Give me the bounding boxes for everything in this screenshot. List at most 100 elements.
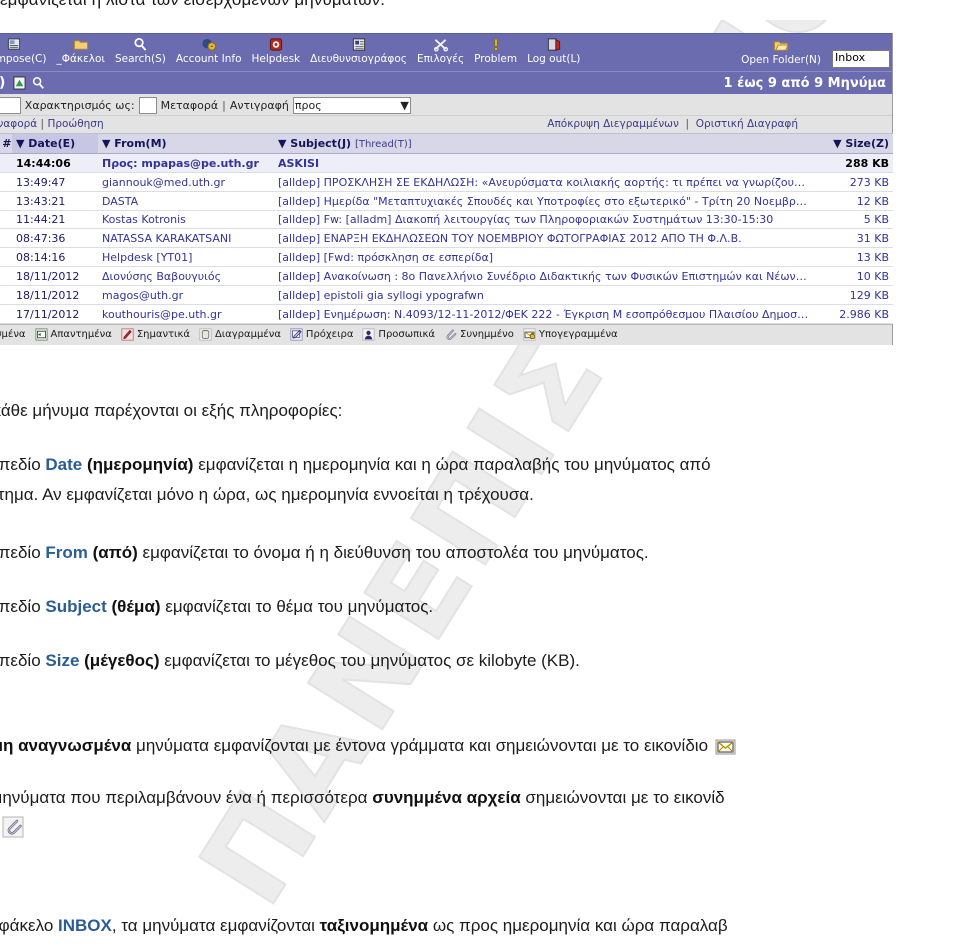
divider: | [37,117,48,130]
row-from[interactable]: NATASSA KARAKATSANI [98,228,274,248]
table-row[interactable]: 318/11/2012magos@uth.gr[alldep] epistoli… [0,285,893,305]
row-subject[interactable]: [alldep] epistoli gia syllogi ypografwn [274,285,813,305]
undelete-link[interactable]: Επαναφορά [0,118,37,130]
legend-item: Πρόχειρα [290,328,353,341]
legend-label: Συνημμένο [460,329,514,340]
deleted-icon [199,328,212,341]
open-folder-button[interactable]: Open Folder(N) [736,37,826,68]
target-folder-select[interactable]: προς ▼ [292,96,411,114]
table-row[interactable]: 208:14:16Helpdesk [YT01][alldep] [Fwd: π… [0,247,893,267]
col-size-label: Size(Z) [845,137,889,150]
keyword-size: Size [45,651,80,670]
text-pre: το πεδίο [0,651,41,670]
page-root: ΠΑΝΕΠΙΣΤΗΜΙΟ ΘΕΣΣΑΛΙΑΣ εμφανίζεται η λίσ… [0,0,963,950]
folder-icon [73,40,88,50]
folder-select[interactable]: Inbox [832,50,890,68]
table-row[interactable]: 611:44:21Kostas Kotronis[alldep] Fw: [al… [0,210,893,229]
legend-item: Συνημμένο [444,328,514,341]
table-row[interactable]: 508:47:36NATASSA KARAKATSANI[alldep] ΕΝΑ… [0,228,893,248]
toolbar-item-logout[interactable]: Log out(L) [522,36,585,67]
sort-arrow-icon: ▼ [16,137,29,150]
row-from[interactable]: Kostas Kotronis [98,210,274,229]
row-date: 17/11/2012 [12,304,98,324]
forward-link[interactable]: Προώθηση [47,118,103,130]
row-subject[interactable]: [alldep] Fw: [alladm] Διακοπή λειτουργία… [274,210,813,229]
legend-label: Μη διαβασμένα [0,329,26,340]
purge-deleted-link[interactable]: Οριστική Διαγραφή [696,118,798,130]
row-subject[interactable]: [alldep] Ημερίδα "Μεταπτυχιακές Σπουδές … [274,191,813,211]
table-row[interactable]: 914:44:06Προς: mpapas@pe.uth.grASKISI288… [0,153,893,173]
legend-label: Απαντημένα [50,329,112,340]
helpdesk-icon [269,38,282,51]
paragraph-attachment: α μηνύματα που περιλαμβάνουν ένα ή περισ… [0,785,963,811]
row-size: 13 KB [813,247,893,267]
text-pre: το πεδίο [0,455,41,474]
row-size: 12 KB [813,191,893,211]
row-from[interactable]: kouthouris@pe.uth.gr [98,304,274,324]
table-row[interactable]: 713:49:47giannouk@med.uth.gr[alldep] ΠΡΟ… [0,172,893,192]
paragraph-text: ύστημα. Αν εμφανίζεται μόνο η ώρα, ως ημ… [0,485,534,504]
legend-label: Υπογεγραμμένα [538,329,618,340]
row-subject[interactable]: [alldep] [Fwd: πρόσκληση σε εσπερίδα] [274,247,813,267]
row-from[interactable]: magos@uth.gr [98,285,274,305]
toolbar-item-helpdesk[interactable]: Helpdesk [247,36,306,67]
table-row[interactable]: 118/11/2012Διονύσης Βαβουγυιός[alldep] Α… [0,266,893,286]
row-from[interactable]: giannouk@med.uth.gr [98,172,274,192]
inbox-header-bar: nbox (1) 1 έως 9 από 9 Μηνύμα [0,71,892,94]
toolbar-item-addressbook[interactable]: Διευθυνσιογράφος [305,36,412,67]
divider: | [682,117,693,130]
row-subject[interactable]: [alldep] Ενημέρωση: Ν.4093/12-11-2012/ΦΕ… [274,304,813,324]
col-date[interactable]: ▼ Date(E) [12,133,98,154]
draft-icon [290,328,303,341]
col-from[interactable]: ▼ From(M) [98,133,274,154]
search-icon [134,38,147,51]
row-number: 7 [0,172,12,192]
row-from[interactable]: Προς: mpapas@pe.uth.gr [98,153,274,173]
row-number: 8 [0,191,12,211]
row-size: 273 KB [813,172,893,192]
toolbar-item-account-info[interactable]: Account Info [171,36,247,67]
row-from[interactable]: DASTA [98,191,274,211]
refresh-icon[interactable] [13,76,26,90]
col-thread-label[interactable]: [Thread(T)] [355,139,412,150]
paragraph-subject: το πεδίο Subject (θέμα) εμφανίζεται το θ… [0,594,963,620]
row-from[interactable]: Διονύσης Βαβουγυιός [98,266,274,286]
move-link[interactable]: Μεταφορά [161,99,219,112]
copy-link[interactable]: Αντιγραφή [230,99,289,112]
toolbar-label: Problem [474,53,518,65]
keyword-inbox: INBOX [58,916,112,935]
toolbar-label: Compose(C) [0,53,47,65]
row-subject[interactable]: [alldep] Ανακοίνωση : 8ο Πανελλήνιο Συνέ… [274,266,813,286]
open-folder-icon [774,40,789,51]
paragraph-date-line2: ύστημα. Αν εμφανίζεται μόνο η ώρα, ως ημ… [0,482,963,508]
mark-as-select[interactable] [138,96,157,114]
important-icon [121,328,134,341]
paragraph-date-line1: το πεδίο Date (ημερομηνία) εμφανίζεται η… [0,452,963,478]
toolbar-item-compose[interactable]: Compose(C) [0,36,51,67]
row-subject[interactable]: [alldep] ΕΝΑΡΞΗ ΕΚΔΗΛΩΣΕΩΝ ΤΟΥ ΝΟΕΜΒΡΙΟΥ… [274,228,813,248]
legend-item: Σημαντικά [121,328,190,341]
selection-select[interactable] [0,96,21,114]
row-subject[interactable]: ASKISI [274,153,813,173]
search-icon[interactable] [31,76,45,90]
table-row[interactable]: 813:43:21DASTA[alldep] Ημερίδα "Μεταπτυχ… [0,191,893,211]
col-size[interactable]: ▼ Size(Z) [813,133,893,154]
toolbar-item-problem[interactable]: Problem [469,36,522,67]
toolbar-item-search[interactable]: Search(S) [110,36,171,67]
text-bold: (από) [87,543,138,562]
col-num[interactable]: ▼ # [0,133,12,154]
row-from[interactable]: Helpdesk [YT01] [98,247,274,267]
legend-item: Μη διαβασμένα [0,328,26,341]
legend-item: Διαγραμμένα [199,328,281,341]
toolbar-label: Search(S) [114,53,166,65]
options-icon [433,39,448,52]
text-bold: (μέγεθος) [79,651,160,670]
table-row[interactable]: 417/11/2012kouthouris@pe.uth.gr[alldep] … [0,304,893,324]
toolbar-item-folders[interactable]: _Φάκελοι [51,36,110,67]
keyword-date: Date [45,455,83,474]
toolbar-item-options[interactable]: Επιλογές [412,36,469,67]
col-subject[interactable]: ▼ Subject(J) [Thread(T)] [274,133,813,154]
row-subject[interactable]: [alldep] ΠΡΟΣΚΛΗΣΗ ΣΕ ΕΚΔΗΛΩΣΗ: «Ανευρύσ… [274,172,813,192]
toolbar-label: Log out(L) [527,53,581,65]
hide-deleted-link[interactable]: Απόκρυψη Διεγραμμένων [547,118,679,130]
